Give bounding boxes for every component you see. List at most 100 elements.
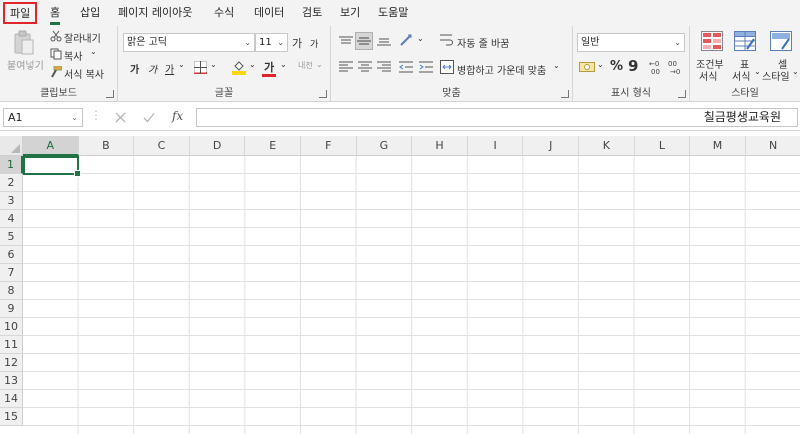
active-cell-a1[interactable] [23,156,81,177]
fill-color-icon[interactable] [232,59,246,75]
column-header-h[interactable]: H [412,136,468,156]
tab-home[interactable]: 홈 [50,6,61,25]
chevron-down-icon[interactable]: ⌄ [597,60,604,69]
row-header-3[interactable]: 3 [0,192,23,210]
format-as-table-button[interactable]: 표 서식 ⌄ [728,28,762,83]
column-header-d[interactable]: D [189,136,246,156]
merge-center-button[interactable]: 병합하고 가운데 맞춤 [457,62,546,77]
phonetic-button[interactable]: 내천 [298,60,313,71]
column-header-j[interactable]: J [523,136,579,156]
font-name-select[interactable]: 맑은 고딕 ⌄ [123,33,255,52]
bold-button[interactable]: 가 [130,61,139,76]
align-bottom-icon[interactable] [377,36,391,46]
tab-view[interactable]: 보기 [340,6,360,20]
row-header-4[interactable]: 4 [0,210,23,228]
wrap-text-icon[interactable] [440,33,454,47]
font-size-select[interactable]: 11 ⌄ [255,33,288,52]
row-header-13[interactable]: 13 [0,372,23,390]
chevron-down-icon[interactable]: ⌄ [210,60,217,69]
borders-icon[interactable] [194,61,207,74]
accounting-icon[interactable] [579,61,595,73]
column-header-b[interactable]: B [78,136,135,156]
format-painter-button[interactable]: 서식 복사 [50,65,114,81]
tab-formulas[interactable]: 수식 [214,6,234,20]
tab-page-layout[interactable]: 페이지 레이아웃 [118,6,192,20]
column-header-n[interactable]: N [745,136,800,156]
chevron-down-icon[interactable]: ⌄ [417,34,424,43]
decrease-indent-icon[interactable] [399,61,413,73]
column-header-l[interactable]: L [634,136,691,156]
tab-help[interactable]: 도움말 [378,6,408,20]
formula-input[interactable]: 칠금평생교육원 [196,108,798,127]
font-color-button[interactable]: 가 [264,59,274,75]
row-header-11[interactable]: 11 [0,336,23,354]
align-center-icon[interactable] [358,61,372,73]
italic-button[interactable]: 가 [148,61,157,76]
number-format-select[interactable]: 일반 ⌄ [577,33,685,52]
cut-button[interactable]: 잘라내기 [50,29,112,45]
row-header-15[interactable]: 15 [0,408,23,426]
number-group-label: 표시 형식 [611,88,651,99]
column-header-a[interactable]: A [23,136,79,156]
increase-decimal-icon[interactable]: ←000 [649,59,665,75]
enter-icon[interactable] [143,112,155,123]
comma-button[interactable]: 9 [628,57,638,75]
copy-button[interactable]: 복사 ⌄ [50,47,112,63]
row-header-14[interactable]: 14 [0,390,23,408]
copy-label: 복사 [64,52,83,63]
row-header-8[interactable]: 8 [0,282,23,300]
increase-indent-icon[interactable] [419,61,433,73]
row-header-5[interactable]: 5 [0,228,23,246]
chevron-down-icon[interactable]: ⌄ [249,60,256,69]
column-header-c[interactable]: C [134,136,190,156]
column-header-e[interactable]: E [245,136,301,156]
shrink-font-button[interactable]: 가 [310,37,318,50]
paste-button[interactable]: 붙여넣기 [4,28,44,78]
select-all-button[interactable] [0,136,23,156]
conditional-formatting-button[interactable]: 조건부 서식 [694,28,728,83]
insert-function-button[interactable]: fx [172,109,183,123]
cells-area[interactable] [23,156,800,434]
row-header-6[interactable]: 6 [0,246,23,264]
column-header-i[interactable]: I [467,136,524,156]
clipboard-launcher-icon[interactable] [106,90,114,98]
column-header-g[interactable]: G [356,136,413,156]
format-as-table-label-2: 서식 [732,72,751,83]
row-header-1[interactable]: 1 [0,156,23,174]
number-launcher-icon[interactable] [678,90,686,98]
row-header-2[interactable]: 2 [0,174,23,192]
cell-styles-button[interactable]: 셀 스타일 ⌄ [762,28,800,83]
font-launcher-icon[interactable] [319,90,327,98]
merge-center-icon[interactable] [440,60,454,74]
chevron-down-icon[interactable]: ⌄ [280,60,287,69]
chevron-down-icon[interactable]: ⌄ [553,61,560,70]
row-header-10[interactable]: 10 [0,318,23,336]
tab-file[interactable]: 파일 [3,2,38,24]
orientation-icon[interactable] [399,33,415,47]
name-box[interactable]: A1 ⌄ [3,108,83,127]
tab-review[interactable]: 검토 [302,6,322,20]
tab-insert[interactable]: 삽입 [80,6,100,20]
column-header-m[interactable]: M [690,136,746,156]
underline-button[interactable]: 가 [165,61,174,76]
chevron-down-icon[interactable]: ⌄ [178,60,185,69]
percent-button[interactable]: % [610,59,623,74]
alignment-launcher-icon[interactable] [561,90,569,98]
cancel-icon[interactable] [115,112,126,123]
decrease-decimal-icon[interactable]: 00→0 [668,59,684,75]
row-header-12[interactable]: 12 [0,354,23,372]
cut-label: 잘라내기 [64,34,101,45]
font-size-value: 11 [259,37,272,48]
column-header-f[interactable]: F [301,136,357,156]
align-left-icon[interactable] [339,61,353,73]
wrap-text-button[interactable]: 자동 줄 바꿈 [457,35,509,50]
row-header-9[interactable]: 9 [0,300,23,318]
row-header-7[interactable]: 7 [0,264,23,282]
align-middle-button[interactable] [355,32,373,50]
align-right-icon[interactable] [377,61,391,73]
column-header-k[interactable]: K [579,136,635,156]
align-top-icon[interactable] [339,36,353,46]
grow-font-button[interactable]: 가 [292,35,302,51]
chevron-down-icon[interactable]: ⌄ [316,60,323,69]
tab-data[interactable]: 데이터 [254,6,284,20]
